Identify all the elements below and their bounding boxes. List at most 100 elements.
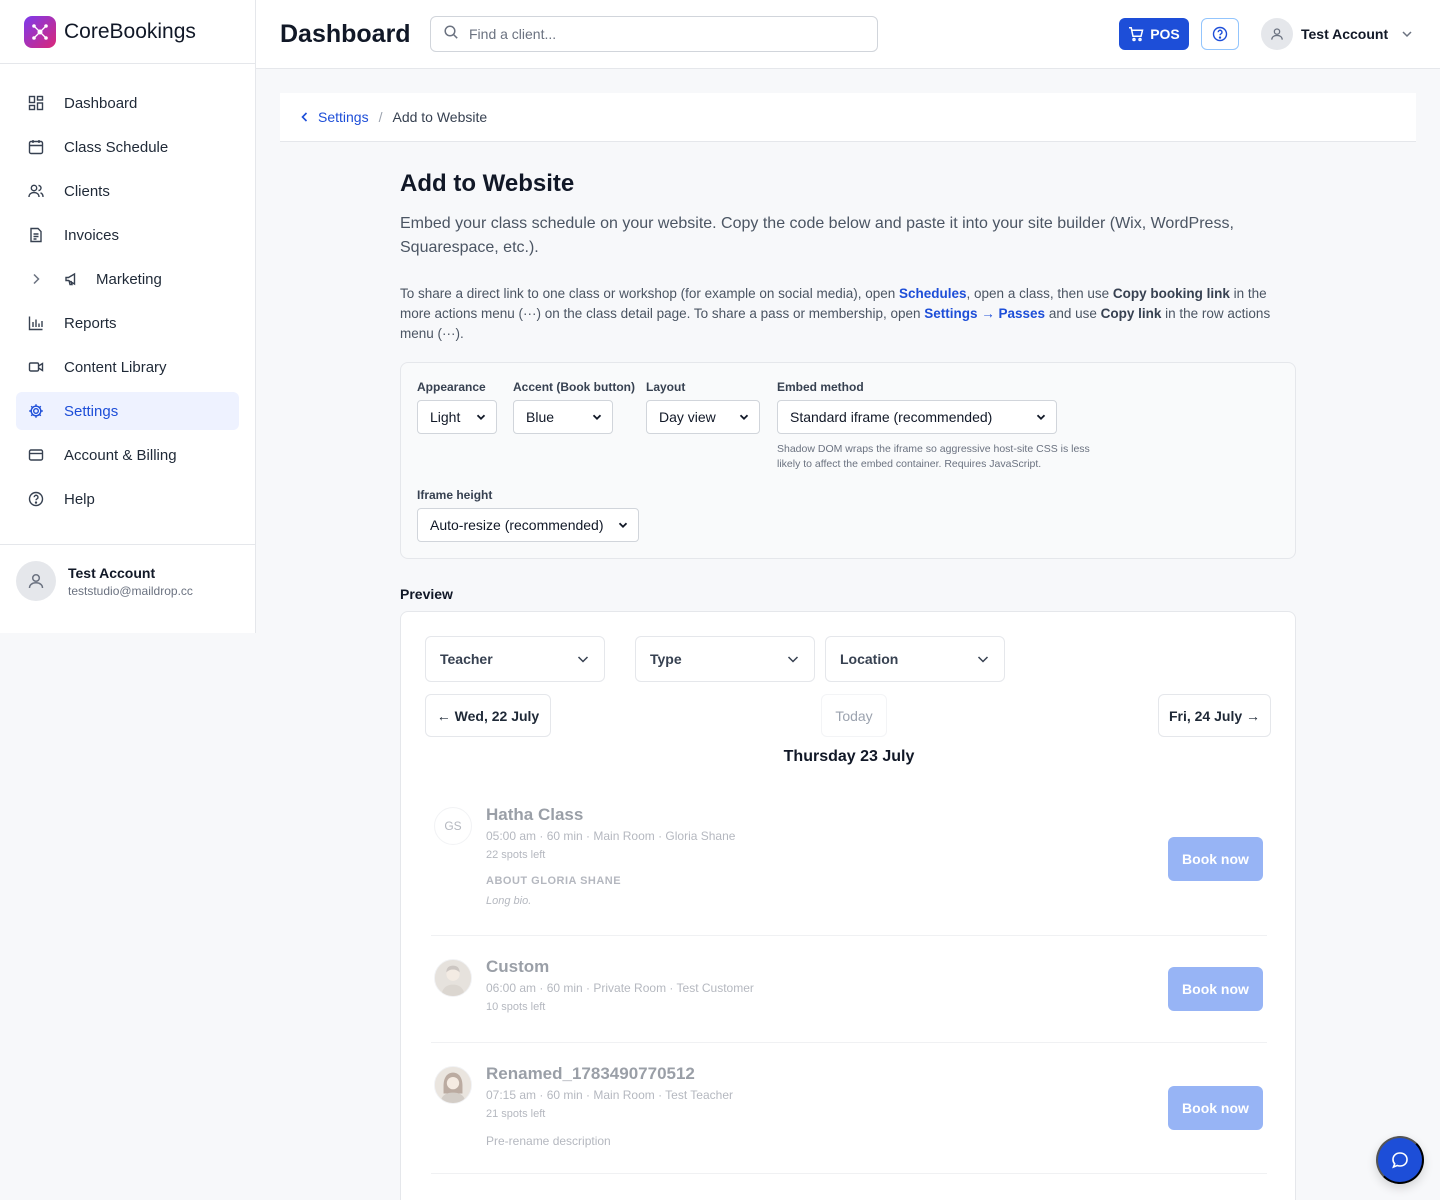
class-spots: 21 spots left xyxy=(486,1108,546,1120)
search-input[interactable] xyxy=(469,26,849,42)
chevron-left-icon xyxy=(301,112,308,122)
top-bar: Dashboard POS Test Account xyxy=(256,0,1440,69)
teacher-avatar: GS xyxy=(434,807,472,845)
appearance-label: Appearance xyxy=(417,380,486,394)
sidebar-user-email: teststudio@maildrop.cc xyxy=(68,583,193,598)
sidebar-item-reports[interactable]: Reports xyxy=(16,304,239,342)
day-title: Thursday 23 July xyxy=(783,748,915,765)
sidebar-item-label: Reports xyxy=(64,314,117,332)
breadcrumb-current: Add to Website xyxy=(392,109,488,125)
info-emphasis: Copy link xyxy=(1100,306,1162,321)
divider xyxy=(431,1173,1267,1174)
preview-heading: Preview xyxy=(400,586,453,602)
appearance-field: Appearance Light xyxy=(417,380,497,434)
teacher-filter[interactable]: Teacher xyxy=(425,636,605,682)
search-icon xyxy=(443,24,459,45)
search-box[interactable] xyxy=(430,16,878,52)
sidebar-user[interactable]: Test Account teststudio@maildrop.cc xyxy=(0,544,255,617)
page-title: Add to Website xyxy=(400,170,575,197)
book-now-button[interactable]: Book now xyxy=(1168,1086,1263,1130)
sidebar-item-invoices[interactable]: Invoices xyxy=(16,216,239,254)
sidebar-item-help[interactable]: Help xyxy=(16,480,239,518)
class-spots: 22 spots left xyxy=(486,849,546,861)
page-lead: Embed your class schedule on your websit… xyxy=(400,215,1234,256)
sidebar-user-name: Test Account xyxy=(68,564,156,581)
help-icon xyxy=(1212,26,1228,42)
embed-method-help: Shadow DOM wraps the iframe so aggressiv… xyxy=(777,443,1090,470)
chat-button[interactable] xyxy=(1376,1136,1424,1184)
class-name: Hatha Class xyxy=(486,805,584,824)
help-button[interactable] xyxy=(1201,18,1239,50)
bar-chart-icon xyxy=(28,315,44,331)
user-icon xyxy=(28,573,44,589)
video-icon xyxy=(28,359,44,375)
previous-day-button[interactable]: ← Wed, 22 July xyxy=(425,694,551,737)
sidebar-item-dashboard[interactable]: Dashboard xyxy=(16,84,239,122)
sidebar-item-content-library[interactable]: Content Library xyxy=(16,348,239,386)
account-menu[interactable]: Test Account xyxy=(1261,18,1414,50)
today-button[interactable]: Today xyxy=(821,694,887,737)
sidebar-item-label: Dashboard xyxy=(64,94,138,112)
info-emphasis: Copy booking link xyxy=(1112,286,1230,301)
brand[interactable]: CoreBookings xyxy=(0,0,255,64)
sidebar-item-label: Account & Billing xyxy=(64,446,177,464)
layout-label: Layout xyxy=(646,380,686,394)
sidebar-item-class-schedule[interactable]: Class Schedule xyxy=(16,128,239,166)
teacher-about-heading: ABOUT GLORIA SHANE xyxy=(486,875,622,887)
accent-select[interactable]: Blue xyxy=(513,400,613,434)
info-text: and use xyxy=(1045,306,1101,321)
chevron-down-icon xyxy=(787,656,799,663)
sidebar-item-label: Settings xyxy=(64,402,119,420)
avatar xyxy=(16,561,56,601)
chevron-down-icon xyxy=(739,414,749,420)
share-info: To share a direct link to one class or w… xyxy=(400,284,1296,344)
appearance-value: Light xyxy=(430,409,461,425)
document-icon xyxy=(28,227,44,243)
type-filter[interactable]: Type xyxy=(635,636,815,682)
pos-button[interactable]: POS xyxy=(1119,18,1189,50)
sidebar-item-marketing[interactable]: Marketing xyxy=(16,260,239,298)
teacher-photo-icon xyxy=(435,1067,471,1103)
sidebar-item-label: Help xyxy=(64,490,95,508)
sidebar-item-settings[interactable]: Settings xyxy=(16,392,239,430)
teacher-avatar xyxy=(434,1066,472,1104)
accent-field: Accent (Book button) Blue xyxy=(513,380,635,434)
iframe-height-label: Iframe height xyxy=(417,488,493,502)
book-now-button[interactable]: Book now xyxy=(1168,967,1263,1011)
sidebar-item-label: Invoices xyxy=(64,226,120,244)
sidebar-item-account-billing[interactable]: Account & Billing xyxy=(16,436,239,474)
info-text: , open a class, then use xyxy=(966,286,1113,301)
breadcrumb-back-link[interactable]: Settings xyxy=(300,109,369,125)
settings-passes-link[interactable]: Settings → Passes xyxy=(924,306,1045,321)
sidebar-item-label: Marketing xyxy=(96,270,162,288)
embed-method-select[interactable]: Standard iframe (recommended) xyxy=(777,400,1057,434)
accent-value: Blue xyxy=(526,409,555,425)
pos-label: POS xyxy=(1150,26,1180,42)
schedules-link[interactable]: Schedules xyxy=(899,286,967,301)
class-spots: 10 spots left xyxy=(486,1001,546,1013)
embed-method-label: Embed method xyxy=(777,380,864,394)
layout-field: Layout Day view xyxy=(646,380,760,434)
avatar xyxy=(1261,18,1293,50)
teacher-avatar xyxy=(434,959,472,997)
class-item: GS Hatha Class 05:00 am · 60 min · Main … xyxy=(431,805,1267,915)
gear-icon xyxy=(28,403,44,419)
teacher-bio: Long bio. xyxy=(486,895,532,907)
embed-method-field: Embed method Standard iframe (recommende… xyxy=(777,380,1107,472)
location-filter[interactable]: Location xyxy=(825,636,1005,682)
next-day-button[interactable]: Fri, 24 July → xyxy=(1158,694,1271,737)
sidebar-item-label: Clients xyxy=(64,182,110,200)
embed-preview: Teacher Type Location ← Wed, 22 July Tod… xyxy=(400,611,1296,1200)
iframe-height-value: Auto-resize (recommended) xyxy=(430,517,604,533)
iframe-height-select[interactable]: Auto-resize (recommended) xyxy=(417,508,639,542)
chevron-down-icon xyxy=(977,656,989,663)
page-heading: Dashboard xyxy=(280,20,411,48)
chevron-down-icon xyxy=(1400,27,1414,41)
appearance-select[interactable]: Light xyxy=(417,400,497,434)
sidebar-item-clients[interactable]: Clients xyxy=(16,172,239,210)
layout-select[interactable]: Day view xyxy=(646,400,760,434)
sidebar: CoreBookings Dashboard Class Schedule Cl… xyxy=(0,0,256,633)
book-now-button[interactable]: Book now xyxy=(1168,837,1263,881)
chevron-right-icon[interactable] xyxy=(28,271,44,287)
teacher-filter-label: Teacher xyxy=(440,651,493,667)
